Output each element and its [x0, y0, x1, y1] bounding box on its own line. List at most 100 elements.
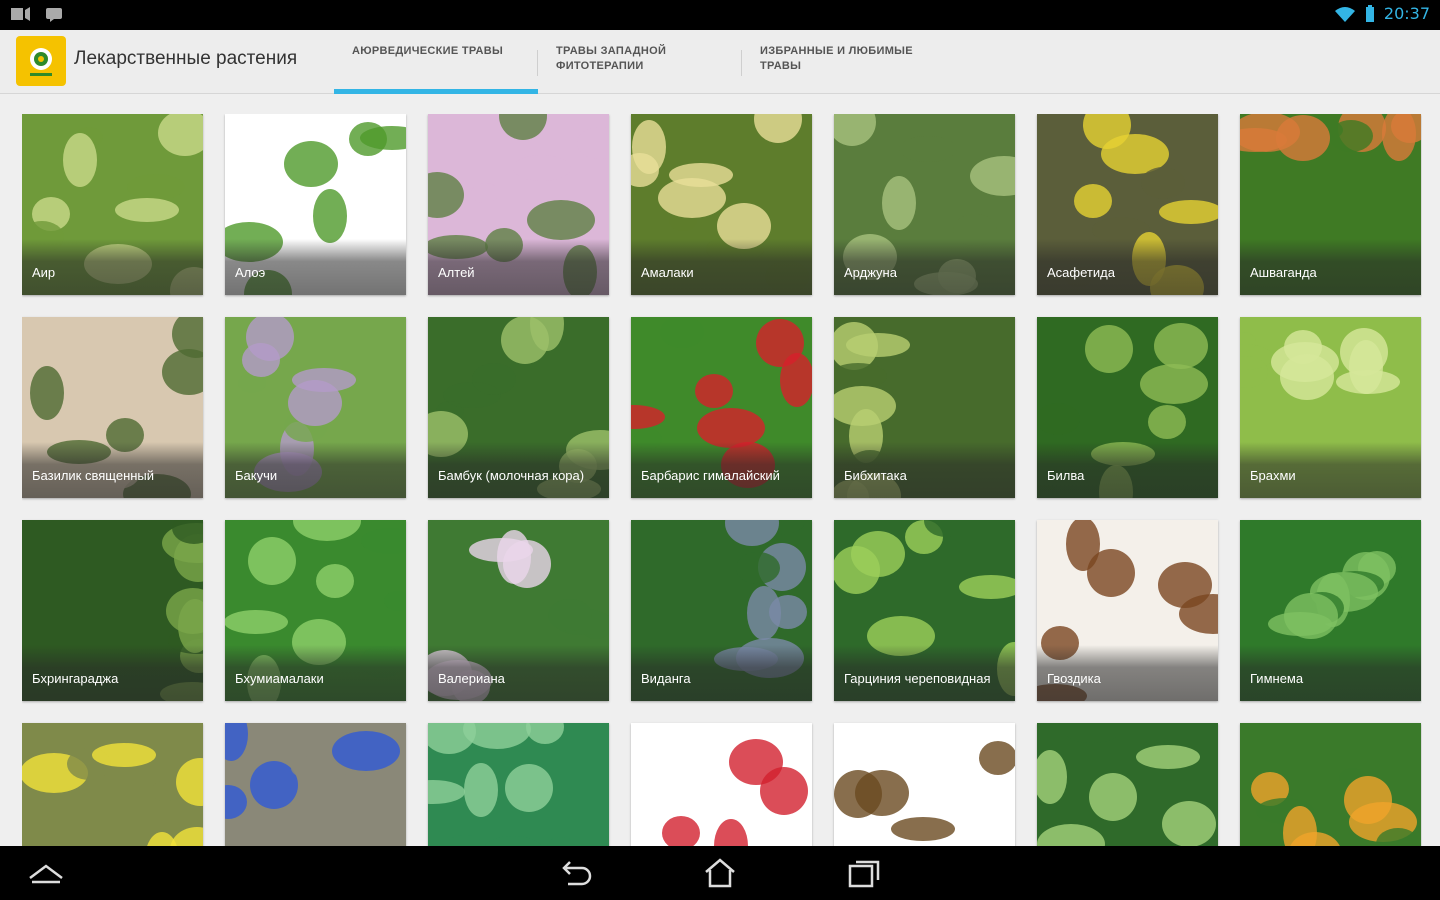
herb-tile[interactable] [1240, 723, 1421, 846]
photo-detail [1329, 120, 1373, 152]
photo-detail [63, 133, 97, 187]
herb-photo [225, 723, 406, 846]
herb-tile[interactable] [225, 723, 406, 846]
herb-tile[interactable]: Аир [22, 114, 203, 295]
herb-grid: Аир Алоэ Алтей Амалаки Арджуна Асафетида Ашваг… [22, 114, 1422, 846]
photo-detail [1037, 403, 1080, 435]
photo-detail [677, 736, 735, 762]
herb-name: Брахми [1240, 442, 1421, 498]
herb-name: Гвоздика [1037, 645, 1218, 701]
photo-detail [660, 317, 704, 348]
herb-tile[interactable]: Билва [1037, 317, 1218, 498]
photo-detail [1141, 167, 1185, 199]
herb-photo [22, 723, 203, 846]
herb-tile[interactable]: Бакучи [225, 317, 406, 498]
photo-detail [127, 174, 185, 200]
herb-name: Бакучи [225, 442, 406, 498]
menu-up-icon[interactable] [26, 856, 66, 890]
herb-tile[interactable] [834, 723, 1015, 846]
herb-name: Бхрингараджа [22, 645, 203, 701]
wifi-icon [1334, 6, 1355, 22]
herb-name: Бибхитака [834, 442, 1015, 498]
photo-detail [471, 183, 499, 203]
herb-tile[interactable]: Бамбук (молочная кора) [428, 317, 609, 498]
photo-detail [891, 817, 955, 841]
herb-tile[interactable]: Арджуна [834, 114, 1015, 295]
herb-tile[interactable]: Асафетида [1037, 114, 1218, 295]
photo-detail [225, 610, 288, 634]
photo-detail [1136, 745, 1200, 769]
status-bar: 20:37 [0, 0, 1440, 30]
photo-detail [40, 345, 68, 365]
herb-tile[interactable] [22, 723, 203, 846]
tab-label: Травы западной фитотерапии [556, 45, 667, 72]
photo-detail [736, 552, 780, 584]
herb-tile[interactable]: Базилик священный [22, 317, 203, 498]
photo-detail [292, 368, 356, 392]
herb-photo [834, 723, 1015, 846]
photo-detail [669, 163, 733, 187]
back-icon[interactable] [556, 856, 596, 890]
herb-tile[interactable] [631, 723, 812, 846]
herb-name: Амалаки [631, 239, 812, 295]
photo-detail [729, 739, 783, 785]
photo-detail [548, 599, 592, 631]
photo-detail [1280, 354, 1334, 400]
herb-tile[interactable] [428, 723, 609, 846]
herb-name: Ашваганда [1240, 239, 1421, 295]
herb-name: Алтей [428, 239, 609, 295]
herb-tile[interactable]: Гимнема [1240, 520, 1421, 701]
herb-name: Аир [22, 239, 203, 295]
herb-name: Базилик священный [22, 442, 203, 498]
photo-detail [316, 564, 354, 598]
photo-detail [1148, 405, 1186, 439]
herb-tile[interactable] [1037, 723, 1218, 846]
home-icon[interactable] [700, 856, 740, 890]
photo-detail [250, 761, 298, 809]
photo-detail [248, 537, 296, 585]
herb-tile[interactable]: Амалаки [631, 114, 812, 295]
herb-name: Бхумиамалаки [225, 645, 406, 701]
photo-detail [284, 141, 338, 187]
app-title: Лекарственные растения [74, 48, 298, 69]
tab-western[interactable]: Травы западной фитотерапии [538, 30, 742, 94]
recent-apps-icon[interactable] [844, 856, 884, 890]
herb-tile[interactable]: Гарциния череповидная [834, 520, 1015, 701]
photo-detail [1176, 522, 1204, 542]
photo-detail [899, 136, 957, 162]
photo-detail [695, 374, 733, 408]
photo-detail [30, 366, 64, 420]
tab-ayurvedic[interactable]: Аюрведические травы [334, 30, 538, 94]
herb-tile[interactable]: Барбарис гималайский [631, 317, 812, 498]
herb-photo [428, 723, 609, 846]
herb-name: Гарциния череповидная [834, 645, 1015, 701]
herb-tile[interactable]: Бхрингараджа [22, 520, 203, 701]
photo-detail [349, 809, 377, 829]
herb-tile[interactable]: Брахми [1240, 317, 1421, 498]
herb-tile[interactable]: Виданга [631, 520, 812, 701]
photo-detail [1074, 184, 1112, 218]
herb-tile[interactable]: Бибхитака [834, 317, 1015, 498]
photo-detail [1162, 801, 1216, 846]
app-logo-icon[interactable] [16, 36, 66, 86]
tab-favorites[interactable]: Избранные и любимые травы [742, 30, 946, 94]
herb-tile[interactable]: Алтей [428, 114, 609, 295]
action-bar: Лекарственные растения Аюрведические тра… [0, 30, 1440, 94]
chat-icon [46, 8, 62, 22]
herb-name: Барбарис гималайский [631, 442, 812, 498]
photo-detail [513, 155, 571, 181]
herb-tile[interactable]: Ашваганда [1240, 114, 1421, 295]
tab-label: Аюрведические травы [352, 45, 504, 57]
photo-detail [1336, 370, 1400, 394]
herb-tile[interactable]: Гвоздика [1037, 520, 1218, 701]
herb-photo [1240, 723, 1421, 846]
herb-photo [1037, 723, 1218, 846]
herb-name: Билва [1037, 442, 1218, 498]
herb-tile[interactable]: Бхумиамалаки [225, 520, 406, 701]
herb-tile[interactable]: Алоэ [225, 114, 406, 295]
photo-detail [1154, 323, 1208, 369]
photo-detail [632, 120, 666, 174]
notification-icon [11, 7, 30, 21]
photo-detail [1268, 612, 1332, 636]
herb-tile[interactable]: Валериана [428, 520, 609, 701]
